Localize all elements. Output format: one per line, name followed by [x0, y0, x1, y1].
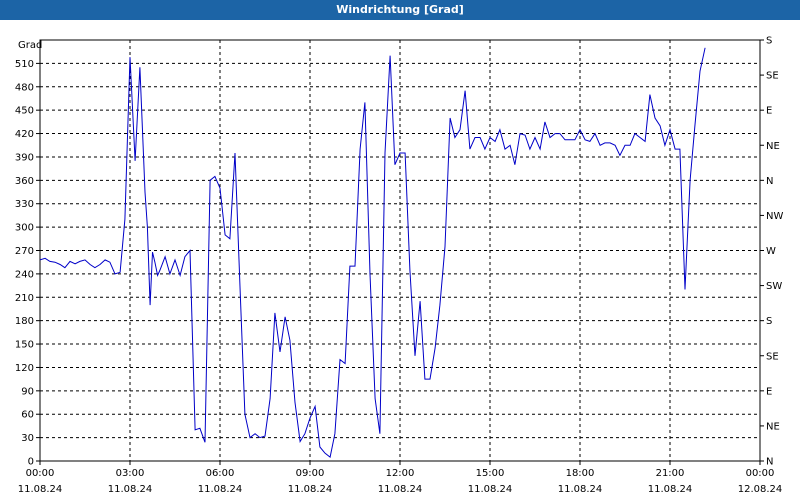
compass-tick-label: N: [766, 176, 773, 187]
x-tick-date: 11.08.24: [468, 484, 513, 495]
y-tick-label: 360: [15, 176, 34, 187]
y-tick-label: 270: [15, 246, 34, 257]
compass-tick-label: N: [766, 457, 773, 468]
x-tick-time: 15:00: [476, 468, 505, 479]
x-tick-time: 06:00: [206, 468, 235, 479]
compass-tick-label: NW: [766, 211, 783, 222]
y-tick-label: 120: [15, 363, 34, 374]
x-tick-time: 00:00: [746, 468, 775, 479]
y-tick-label: 90: [21, 386, 34, 397]
compass-tick-label: NE: [766, 141, 780, 152]
x-tick-time: 18:00: [566, 468, 595, 479]
y-tick-label: 210: [15, 293, 34, 304]
x-tick-date: 11.08.24: [288, 484, 333, 495]
y-tick-label: 330: [15, 199, 34, 210]
x-axis: 00:00 11.08.24 03:00 11.08.24 06:00 11.08.24 0…: [18, 461, 783, 495]
y-tick-label: 180: [15, 316, 34, 327]
y-tick-label: 240: [15, 269, 34, 280]
x-tick-time: 00:00: [26, 468, 55, 479]
compass-tick-label: W: [766, 246, 776, 257]
compass-tick-label: E: [766, 386, 772, 397]
compass-tick-label: SE: [766, 71, 779, 82]
y-tick-label: 480: [15, 82, 34, 93]
x-tick-time: 12:00: [386, 468, 415, 479]
y-tick-label: 60: [21, 410, 34, 421]
compass-tick-label: SW: [766, 281, 782, 292]
x-tick-date: 11.08.24: [378, 484, 423, 495]
y-tick-label: 0: [28, 457, 34, 468]
x-tick-date: 11.08.24: [648, 484, 693, 495]
x-tick-time: 21:00: [656, 468, 685, 479]
chart-title: Windrichtung [Grad]: [0, 0, 800, 20]
x-tick-date: 12.08.24: [738, 484, 783, 495]
compass-tick-label: S: [766, 316, 772, 327]
x-tick-date: 11.08.24: [198, 484, 243, 495]
y-tick-label: 150: [15, 340, 34, 351]
y-tick-label: 420: [15, 129, 34, 140]
y-tick-label: 510: [15, 59, 34, 70]
x-tick-date: 11.08.24: [18, 484, 63, 495]
compass-tick-label: NE: [766, 421, 780, 432]
x-tick-date: 11.08.24: [558, 484, 603, 495]
y-axis-label: Grad: [18, 40, 42, 51]
y-axis: 0 30 60 90 120 150 180 210 240 270 300 330 360 390 420…: [15, 59, 40, 468]
y-tick-label: 300: [15, 223, 34, 234]
compass-axis: N NE E SE S SW W NW N NE E SE S: [760, 36, 783, 468]
y-tick-label: 450: [15, 106, 34, 117]
x-tick-time: 09:00: [296, 468, 325, 479]
compass-tick-label: SE: [766, 351, 779, 362]
compass-tick-label: E: [766, 106, 772, 117]
compass-tick-label: S: [766, 36, 772, 47]
y-tick-label: 390: [15, 152, 34, 163]
wind-direction-chart: 0 30 60 90 120 150 180 210 240 270 300 330 360 390 420…: [15, 36, 784, 496]
x-tick-date: 11.08.24: [108, 484, 153, 495]
x-tick-time: 03:00: [116, 468, 145, 479]
y-tick-label: 30: [21, 433, 34, 444]
